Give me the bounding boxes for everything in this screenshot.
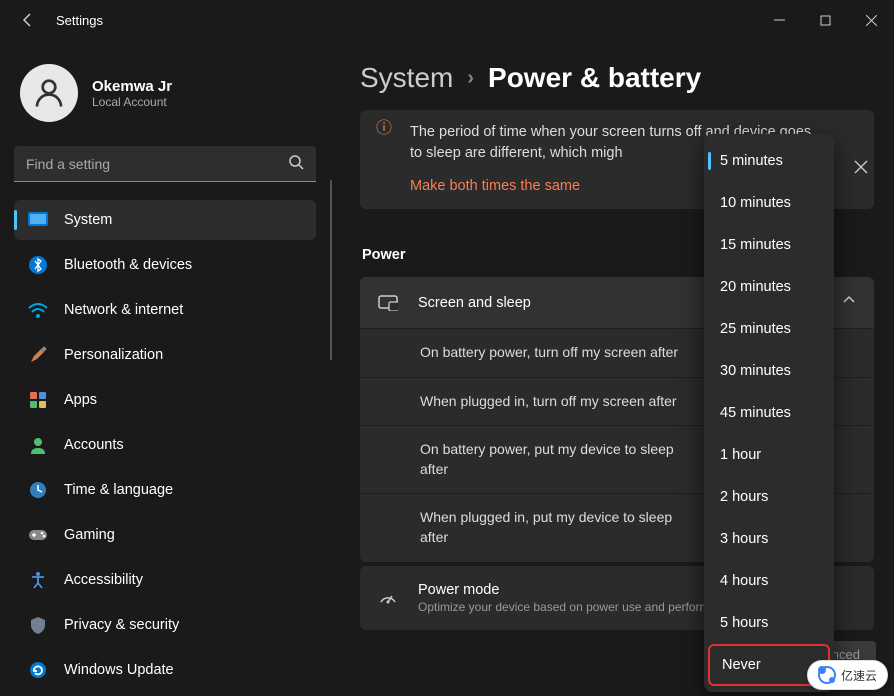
sidebar-item-label: Network & internet bbox=[64, 302, 183, 318]
apps-icon bbox=[26, 388, 50, 412]
sidebar-item-system[interactable]: System bbox=[14, 200, 316, 240]
sidebar-item-apps[interactable]: Apps bbox=[14, 380, 316, 420]
dropdown-option[interactable]: 1 hour bbox=[708, 434, 830, 476]
close-icon[interactable] bbox=[844, 150, 878, 189]
breadcrumb-parent[interactable]: System bbox=[360, 62, 453, 94]
personalization-icon bbox=[26, 343, 50, 367]
search-input[interactable] bbox=[14, 146, 316, 182]
sidebar-item-accessibility[interactable]: Accessibility bbox=[14, 560, 316, 600]
sidebar-item-label: Gaming bbox=[64, 527, 115, 543]
sidebar-item-time[interactable]: Time & language bbox=[14, 470, 316, 510]
sidebar-item-label: Accounts bbox=[64, 437, 124, 453]
dropdown-option[interactable]: 5 hours bbox=[708, 602, 830, 644]
sidebar-item-label: Time & language bbox=[64, 482, 173, 498]
dropdown-option[interactable]: 2 hours bbox=[708, 476, 830, 518]
dropdown-option[interactable]: 25 minutes bbox=[708, 308, 830, 350]
banner-link[interactable]: Make both times the same bbox=[410, 178, 580, 194]
chevron-right-icon: › bbox=[467, 67, 474, 90]
sidebar-item-network[interactable]: Network & internet bbox=[14, 290, 316, 330]
setting-label: When plugged in, put my device to sleep … bbox=[420, 508, 680, 547]
maximize-button[interactable] bbox=[802, 4, 848, 36]
watermark-icon bbox=[818, 666, 836, 684]
update-icon bbox=[26, 658, 50, 682]
setting-label: When plugged in, turn off my screen afte… bbox=[420, 392, 680, 412]
minimize-button[interactable] bbox=[756, 4, 802, 36]
accounts-icon bbox=[26, 433, 50, 457]
dropdown-option[interactable]: 3 hours bbox=[708, 518, 830, 560]
breadcrumb: System › Power & battery bbox=[360, 62, 874, 94]
dropdown-option[interactable]: 5 minutes bbox=[708, 140, 830, 182]
sidebar-item-update[interactable]: Windows Update bbox=[14, 650, 316, 690]
info-icon: ⓘ bbox=[376, 114, 392, 138]
chevron-up-icon bbox=[842, 293, 856, 312]
setting-label: On battery power, put my device to sleep… bbox=[420, 440, 680, 479]
gaming-icon bbox=[26, 523, 50, 547]
sidebar-item-accounts[interactable]: Accounts bbox=[14, 425, 316, 465]
screen-icon bbox=[378, 295, 398, 311]
network-icon bbox=[26, 298, 50, 322]
dropdown-option[interactable]: 45 minutes bbox=[708, 392, 830, 434]
sidebar-item-label: Bluetooth & devices bbox=[64, 257, 192, 273]
breadcrumb-current: Power & battery bbox=[488, 62, 701, 94]
sidebar-item-label: Windows Update bbox=[64, 662, 174, 678]
user-name: Okemwa Jr bbox=[92, 78, 172, 95]
watermark: 亿速云 bbox=[807, 660, 888, 690]
accessibility-icon bbox=[26, 568, 50, 592]
system-icon bbox=[26, 208, 50, 232]
setting-label: On battery power, turn off my screen aft… bbox=[420, 343, 680, 363]
dropdown-option[interactable]: 20 minutes bbox=[708, 266, 830, 308]
dropdown-option[interactable]: 4 hours bbox=[708, 560, 830, 602]
back-button[interactable] bbox=[14, 6, 42, 34]
sidebar-item-bluetooth[interactable]: Bluetooth & devices bbox=[14, 245, 316, 285]
dropdown-option[interactable]: 10 minutes bbox=[708, 182, 830, 224]
time-icon bbox=[26, 478, 50, 502]
dropdown-option[interactable]: 30 minutes bbox=[708, 350, 830, 392]
gauge-icon bbox=[378, 588, 398, 608]
sidebar-item-label: Personalization bbox=[64, 347, 163, 363]
sidebar-item-label: System bbox=[64, 212, 112, 228]
account-type: Local Account bbox=[92, 95, 172, 109]
window-title: Settings bbox=[56, 13, 103, 28]
search-icon bbox=[288, 154, 304, 175]
sidebar-item-gaming[interactable]: Gaming bbox=[14, 515, 316, 555]
sidebar-item-label: Accessibility bbox=[64, 572, 143, 588]
bluetooth-icon bbox=[26, 253, 50, 277]
sidebar-item-privacy[interactable]: Privacy & security bbox=[14, 605, 316, 645]
scrollbar[interactable] bbox=[330, 180, 332, 360]
sidebar-item-personalization[interactable]: Personalization bbox=[14, 335, 316, 375]
sidebar-item-label: Apps bbox=[64, 392, 97, 408]
time-dropdown[interactable]: 5 minutes10 minutes15 minutes20 minutes2… bbox=[704, 134, 834, 692]
sidebar-item-label: Privacy & security bbox=[64, 617, 179, 633]
avatar[interactable] bbox=[20, 64, 78, 122]
close-button[interactable] bbox=[848, 4, 894, 36]
privacy-icon bbox=[26, 613, 50, 637]
dropdown-option[interactable]: 15 minutes bbox=[708, 224, 830, 266]
